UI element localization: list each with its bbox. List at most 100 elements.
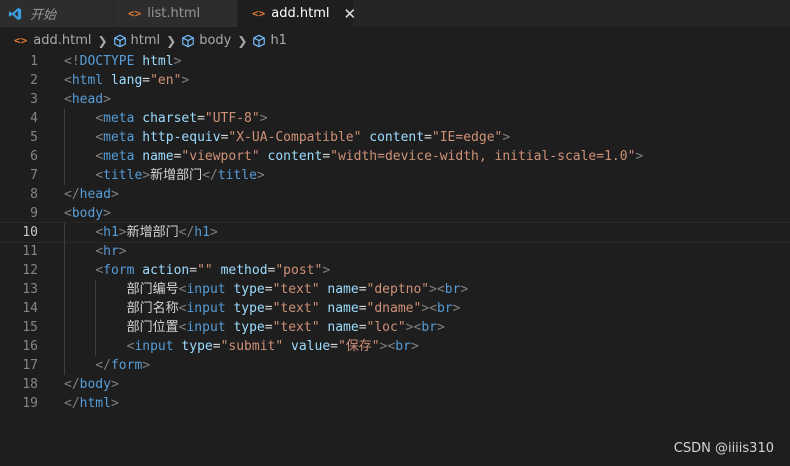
code-line[interactable]: 1 <!DOCTYPE html> bbox=[0, 52, 790, 71]
tab-list-html[interactable]: <> list.html bbox=[114, 0, 238, 27]
code-token: < bbox=[95, 149, 104, 164]
code-token: name bbox=[142, 149, 174, 164]
code-token: "保存" bbox=[337, 339, 380, 354]
code-token: < bbox=[95, 168, 104, 183]
breadcrumb-label: body bbox=[199, 33, 232, 48]
breadcrumb-item-body[interactable]: body bbox=[181, 33, 231, 48]
code-token: = bbox=[264, 320, 273, 335]
close-icon[interactable]: ✕ bbox=[343, 5, 356, 23]
code-token: > bbox=[110, 377, 119, 392]
code-line[interactable]: 9 <body> bbox=[0, 204, 790, 223]
code-token: = bbox=[358, 301, 367, 316]
code-token: 部门名称 bbox=[126, 301, 179, 316]
line-number: 13 bbox=[22, 282, 38, 297]
code-token: = bbox=[358, 320, 367, 335]
element-cube-icon bbox=[253, 34, 266, 47]
code-token: < bbox=[95, 111, 104, 126]
code-line[interactable]: 17 </form> bbox=[0, 356, 790, 375]
code-line[interactable]: 5 <meta http-equiv = "X-UA-Compatible" con… bbox=[0, 128, 790, 147]
code-token: > bbox=[452, 301, 461, 316]
code-line[interactable]: 19 </html> bbox=[0, 394, 790, 413]
code-line[interactable]: 3 <head> bbox=[0, 90, 790, 109]
code-token: </ bbox=[178, 225, 195, 240]
code-token: http-equiv bbox=[142, 130, 221, 145]
tab-bar: 开始 <> list.html <> add.html ✕ bbox=[0, 0, 790, 27]
code-token: < bbox=[64, 206, 72, 221]
code-token: < bbox=[64, 73, 72, 88]
element-cube-icon bbox=[182, 34, 195, 47]
code-token: > bbox=[103, 92, 111, 107]
tab-add-html[interactable]: <> add.html ✕ bbox=[238, 0, 356, 27]
code-token: input bbox=[186, 282, 226, 297]
code-line[interactable]: 10 <h1>新增部门</h1> bbox=[0, 222, 790, 243]
code-token: html bbox=[71, 73, 104, 88]
code-token: < bbox=[95, 225, 104, 240]
code-token: 新增部门 bbox=[126, 225, 179, 240]
code-token: head bbox=[79, 187, 111, 202]
code-token: type bbox=[233, 282, 265, 297]
code-token: > bbox=[259, 111, 268, 126]
code-token: = bbox=[264, 282, 273, 297]
code-line[interactable]: 15 部门位置<input type="text" name="loc"><br… bbox=[0, 318, 790, 337]
line-number: 12 bbox=[22, 263, 38, 278]
code-token: "width=device-width, initial-scale=1.0" bbox=[330, 149, 636, 164]
code-token: > bbox=[209, 225, 218, 240]
code-token: = bbox=[322, 149, 331, 164]
code-token: content bbox=[267, 149, 323, 164]
code-token: > bbox=[410, 339, 419, 354]
code-editor[interactable]: 1 <!DOCTYPE html> 2 <html lang="en"> 3 <head>… bbox=[0, 52, 790, 422]
code-token: charset bbox=[142, 111, 198, 126]
code-content: 部门位置<input type="text" name="loc"><br> bbox=[64, 318, 445, 337]
breadcrumb: <> add.html ❯ html ❯ body ❯ h1 bbox=[0, 27, 790, 54]
html-file-icon: <> bbox=[14, 34, 28, 47]
code-line[interactable]: 18 </body> bbox=[0, 375, 790, 394]
code-line[interactable]: 12 <form action="" method="post"> bbox=[0, 261, 790, 280]
line-number: 2 bbox=[30, 73, 38, 88]
code-line[interactable]: 11 <hr> bbox=[0, 242, 790, 261]
code-token: >< bbox=[421, 301, 437, 316]
code-token: = bbox=[197, 111, 205, 126]
code-content: <body> bbox=[64, 204, 111, 223]
code-token: name bbox=[327, 301, 359, 316]
code-token: type bbox=[233, 320, 265, 335]
html-file-icon: <> bbox=[128, 7, 142, 20]
code-line[interactable]: 2 <html lang="en"> bbox=[0, 71, 790, 90]
line-number: 9 bbox=[30, 206, 38, 221]
code-line[interactable]: 7 <title>新增部门</title> bbox=[0, 166, 790, 185]
breadcrumb-item-file[interactable]: <> add.html bbox=[14, 33, 91, 48]
code-line[interactable]: 13 部门编号<input type="text" name="deptno">… bbox=[0, 280, 790, 299]
code-line[interactable]: 14 部门名称<input type="text" name="dname"><… bbox=[0, 299, 790, 318]
code-token: 新增部门 bbox=[150, 168, 203, 183]
code-token: = bbox=[330, 339, 338, 354]
tab-start[interactable]: 开始 bbox=[0, 0, 114, 27]
code-token: "post" bbox=[275, 263, 323, 278]
line-number: 4 bbox=[30, 111, 38, 126]
code-token: > bbox=[322, 263, 331, 278]
breadcrumb-item-h1[interactable]: h1 bbox=[252, 33, 287, 48]
code-token: title bbox=[217, 168, 257, 183]
code-content: </form> bbox=[64, 356, 150, 375]
code-line[interactable]: 6 <meta name="viewport" content="width=d… bbox=[0, 147, 790, 166]
code-token: lang bbox=[110, 73, 143, 88]
line-number: 11 bbox=[22, 244, 38, 259]
line-number: 18 bbox=[22, 377, 38, 392]
code-token: body bbox=[71, 206, 104, 221]
code-token: type bbox=[181, 339, 213, 354]
code-token: > bbox=[110, 396, 119, 411]
code-line[interactable]: 4 <meta charset="UTF-8"> bbox=[0, 109, 790, 128]
code-line[interactable]: 8 </head> bbox=[0, 185, 790, 204]
breadcrumb-item-html[interactable]: html bbox=[113, 33, 160, 48]
code-token: = bbox=[264, 301, 273, 316]
breadcrumb-label: h1 bbox=[270, 33, 287, 48]
code-line[interactable]: 16 <input type="submit" value="保存"><br> bbox=[0, 337, 790, 356]
line-number: 3 bbox=[30, 92, 38, 107]
line-number: 14 bbox=[22, 301, 38, 316]
code-token: h1 bbox=[103, 225, 119, 240]
code-token: "viewport" bbox=[181, 149, 260, 164]
